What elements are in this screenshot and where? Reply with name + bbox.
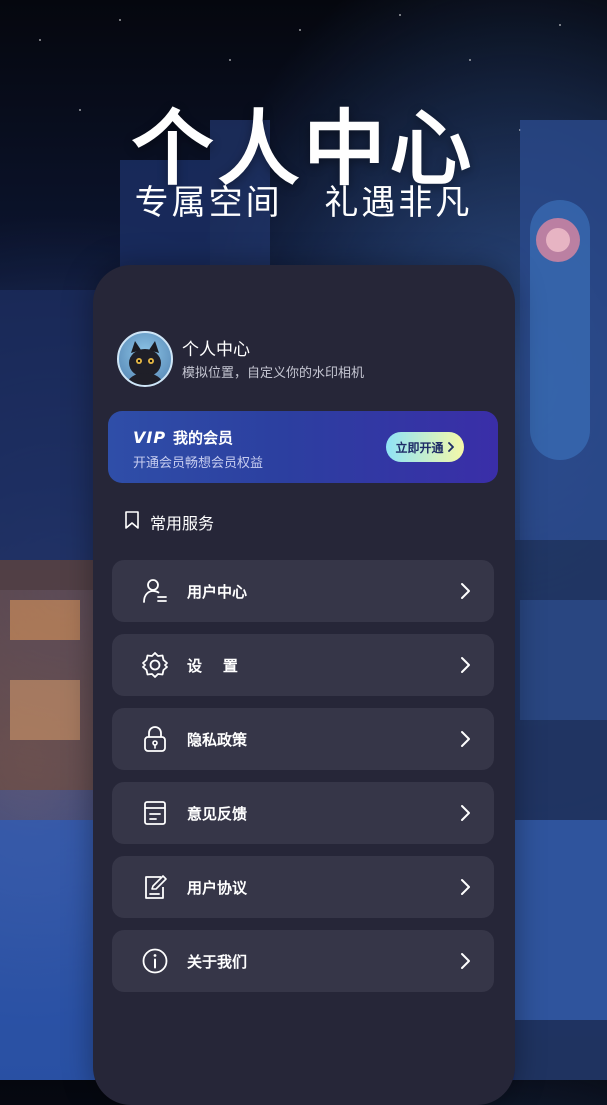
agreement-icon (145, 875, 167, 899)
gear-icon (142, 652, 168, 678)
menu-item-label: 用户中心 (187, 583, 248, 601)
menu-item-user-center[interactable]: 用户中心 (112, 560, 494, 622)
chevron-right-icon (461, 879, 470, 895)
cat-avatar-icon (127, 341, 163, 385)
menu-item-user-agreement[interactable]: 用户协议 (112, 856, 494, 918)
vip-description: 开通会员畅想会员权益 (133, 456, 264, 471)
menu-item-label: 意见反馈 (187, 805, 248, 823)
bookmark-icon (125, 511, 139, 529)
profile-header[interactable]: 个人中心 模拟位置，自定义你的水印相机 (117, 331, 497, 387)
menu-item-label: 设 置 (187, 657, 238, 675)
chevron-right-icon (461, 657, 470, 673)
menu-item-about-us[interactable]: 关于我们 (112, 930, 494, 992)
menu-item-label: 隐私政策 (187, 731, 248, 749)
feedback-icon (144, 801, 166, 825)
chevron-right-icon (461, 731, 470, 747)
lock-icon (144, 726, 166, 752)
menu-item-label: 关于我们 (187, 953, 248, 971)
menu-item-settings[interactable]: 设 置 (112, 634, 494, 696)
chevron-right-icon (461, 805, 470, 821)
chevron-right-icon (461, 953, 470, 969)
vip-activate-button[interactable]: 立即开通 (386, 432, 464, 462)
menu-item-privacy-policy[interactable]: 隐私政策 (112, 708, 494, 770)
vip-membership-card[interactable]: VIP 我的会员 开通会员畅想会员权益 立即开通 (108, 411, 498, 483)
vip-logo: VIP (133, 428, 167, 447)
user-icon (143, 579, 167, 603)
vip-activate-label: 立即开通 (395, 440, 444, 455)
section-title: 常用服务 (150, 514, 215, 533)
chevron-right-icon (461, 583, 470, 599)
avatar[interactable] (117, 331, 173, 387)
phone-screen: 个人中心 模拟位置，自定义你的水印相机 VIP 我的会员 开通会员畅想会员权益 … (93, 265, 515, 1105)
profile-description: 模拟位置，自定义你的水印相机 (182, 366, 365, 381)
menu-item-label: 用户协议 (187, 879, 248, 897)
info-icon (142, 948, 168, 974)
menu-item-feedback[interactable]: 意见反馈 (112, 782, 494, 844)
profile-name: 个人中心 (182, 340, 250, 360)
chevron-right-icon (447, 442, 454, 452)
hero-subtitle: 专属空间 礼遇非凡 (134, 183, 473, 223)
vip-title: 我的会员 (173, 429, 234, 447)
